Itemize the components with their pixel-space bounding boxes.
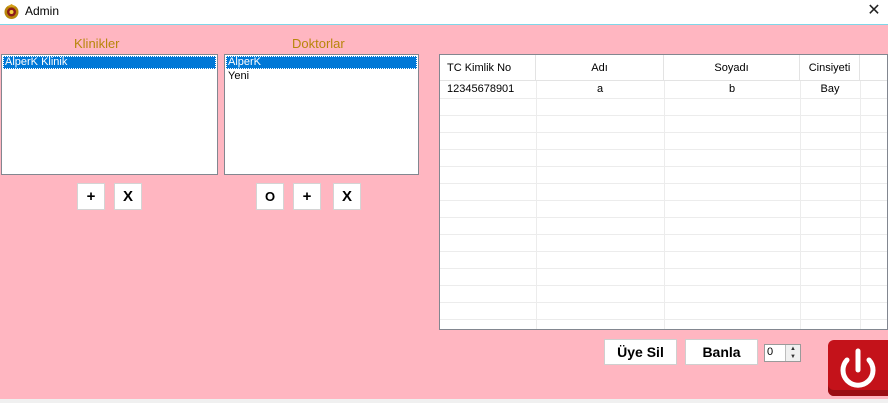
grid-row-divider	[440, 115, 887, 116]
spinner-down-icon[interactable]: ▼	[785, 353, 800, 361]
table-cell[interactable]: Bay	[800, 81, 860, 98]
klinikler-label: Klinikler	[74, 36, 120, 51]
edit-doktor-button[interactable]: O	[256, 183, 284, 210]
grid-row-divider	[440, 183, 887, 184]
column-header-tc[interactable]: TC Kimlik No	[440, 55, 536, 81]
title-bar: Admin ✕	[0, 0, 888, 25]
delete-klinik-button[interactable]: X	[114, 183, 142, 210]
column-header-adi[interactable]: Adı	[536, 55, 664, 81]
window-title: Admin	[25, 4, 60, 18]
app-emblem-icon	[4, 4, 19, 19]
doktor-list-item[interactable]: Yeni	[226, 70, 417, 83]
window-bottom-border	[0, 399, 888, 403]
power-icon	[840, 348, 876, 388]
doktorlar-listbox[interactable]: AlperK Yeni	[224, 54, 419, 175]
grid-column-divider	[664, 81, 665, 329]
table-cell[interactable]: a	[536, 81, 664, 98]
power-button[interactable]	[828, 340, 888, 396]
grid-row-divider	[440, 149, 887, 150]
spinner-value[interactable]: 0	[767, 346, 773, 358]
ban-button[interactable]: Banla	[685, 339, 758, 365]
members-grid[interactable]: TC Kimlik No Adı Soyadı Cinsiyeti 123456…	[439, 54, 888, 330]
grid-row-divider	[440, 285, 887, 286]
doktor-list-item[interactable]: AlperK	[226, 56, 417, 69]
grid-row-divider	[440, 319, 887, 320]
table-cell[interactable]: b	[664, 81, 800, 98]
close-icon[interactable]: ✕	[864, 1, 884, 21]
ban-days-spinner[interactable]: 0 ▲ ▼	[764, 344, 801, 362]
grid-column-divider	[800, 81, 801, 329]
klinik-list-item[interactable]: AlperK Klinik	[3, 56, 216, 69]
grid-row-divider	[440, 234, 887, 235]
grid-row-divider	[440, 132, 887, 133]
grid-row-divider	[440, 166, 887, 167]
grid-column-divider	[536, 81, 537, 329]
add-klinik-button[interactable]: +	[77, 183, 105, 210]
delete-member-button[interactable]: Üye Sil	[604, 339, 677, 365]
column-header-cinsiyeti[interactable]: Cinsiyeti	[800, 55, 860, 81]
grid-row-divider	[440, 251, 887, 252]
grid-row-divider	[440, 200, 887, 201]
grid-row-divider	[440, 302, 887, 303]
klinikler-listbox[interactable]: AlperK Klinik	[1, 54, 218, 175]
grid-row-divider	[440, 98, 887, 99]
grid-row-divider	[440, 268, 887, 269]
add-doktor-button[interactable]: +	[293, 183, 321, 210]
grid-row-divider	[440, 217, 887, 218]
column-header-filler	[860, 55, 887, 81]
delete-doktor-button[interactable]: X	[333, 183, 361, 210]
table-cell[interactable]: 12345678901	[447, 81, 536, 98]
grid-column-divider	[860, 81, 861, 329]
doktorlar-label: Doktorlar	[292, 36, 345, 51]
column-header-soyadi[interactable]: Soyadı	[664, 55, 800, 81]
